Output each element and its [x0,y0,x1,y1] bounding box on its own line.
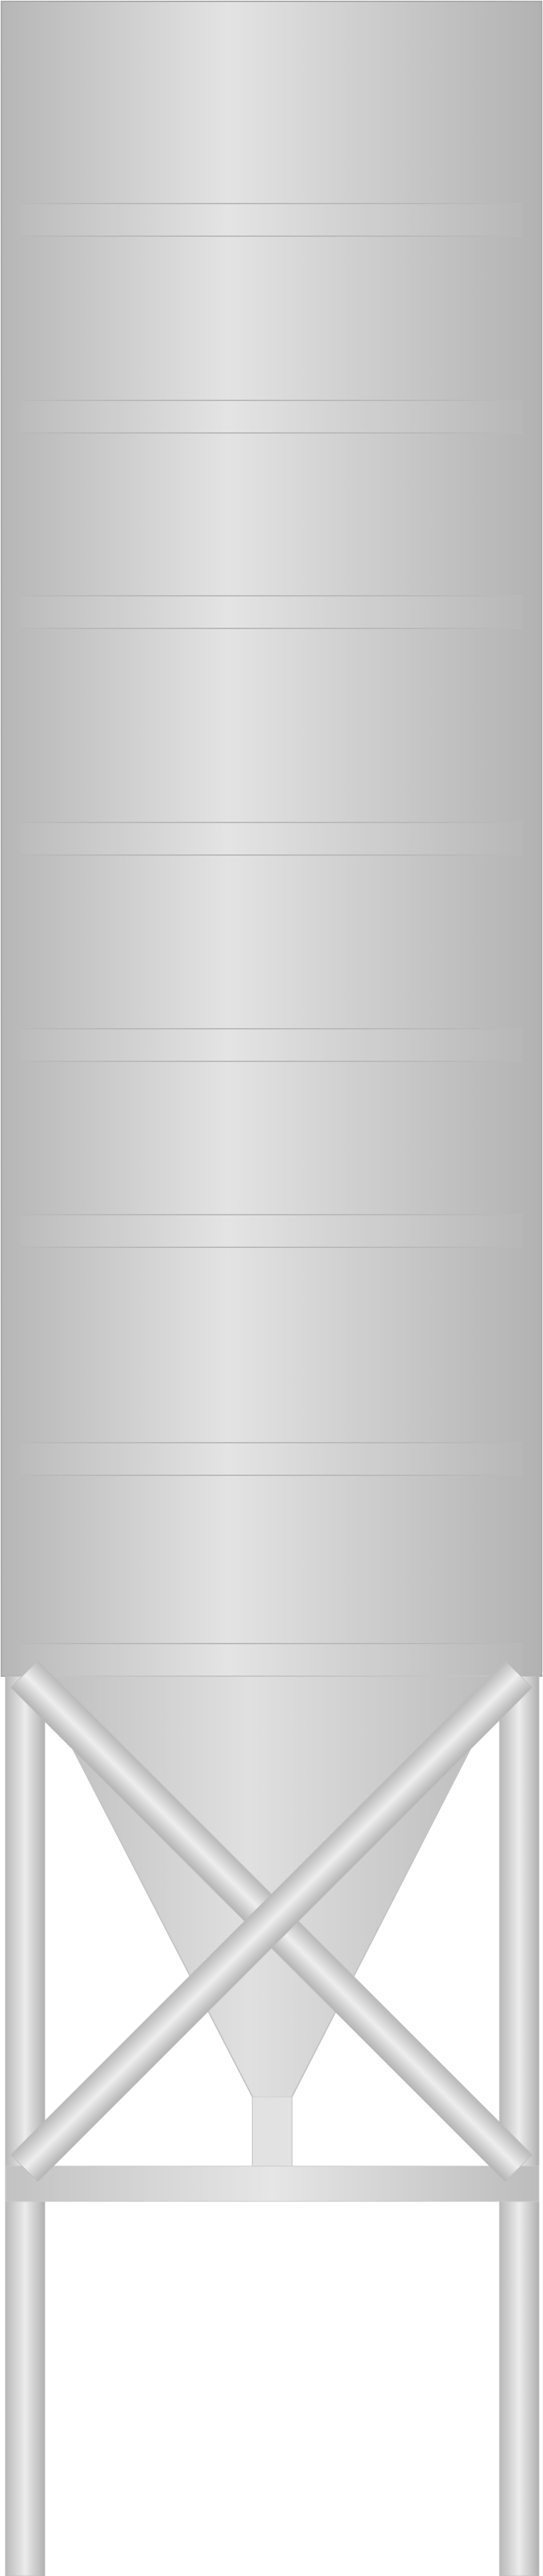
seam-band [20,822,523,855]
hopper-outlet [252,2096,293,2170]
seam-band [20,1215,523,1247]
seam-band [20,1644,523,1676]
silo-icon [1,1,542,2576]
right-leg [499,1675,540,2576]
left-leg [5,1675,45,2576]
seam-band [20,1443,523,1475]
seam-band [20,1029,523,1061]
seam-band [20,400,523,433]
seam-band [20,204,523,236]
seam-band [20,596,523,628]
support-beam [5,2165,540,2202]
silo-illustration [0,0,543,2576]
